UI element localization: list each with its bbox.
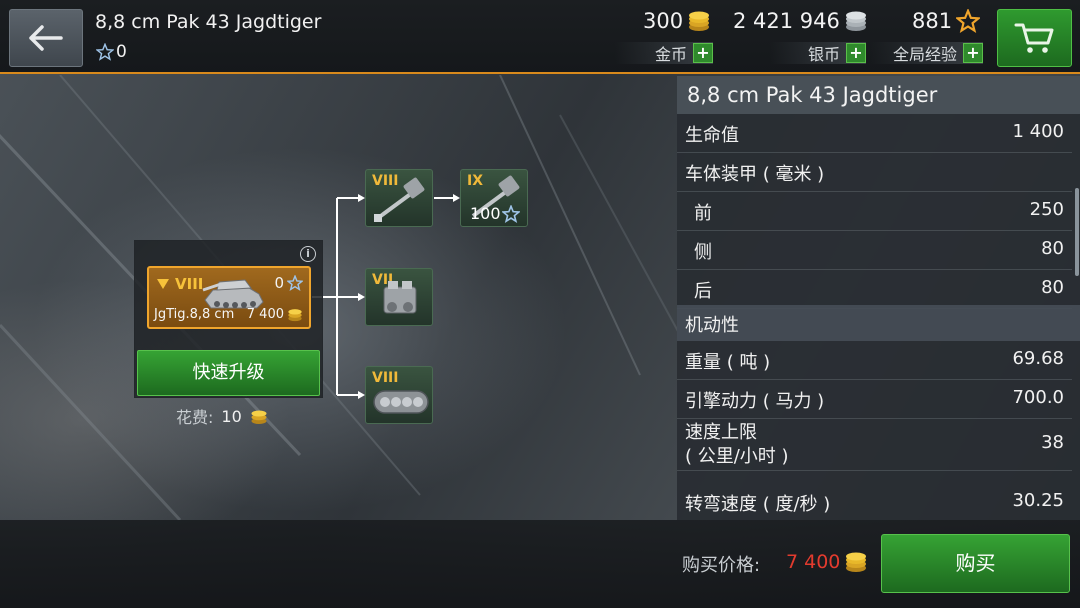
upgrade-cost-label: 花费: — [176, 408, 214, 427]
stat-value: 80 — [1041, 277, 1064, 298]
tank-xp: 0 — [274, 274, 303, 292]
module-gun-tier-9[interactable]: IX 100 — [460, 169, 528, 227]
stat-label: 侧 — [694, 242, 712, 263]
stat-row-hitpoints: 生命值 1 400 — [677, 114, 1072, 153]
stat-row-armor-side: 侧 80 — [677, 231, 1072, 270]
stat-value: 700.0 — [1012, 387, 1064, 408]
stat-label-line1: 速度上限 — [685, 422, 757, 443]
star-icon — [501, 204, 520, 223]
stat-value: 69.68 — [1012, 348, 1064, 369]
module-tracks-tier-8[interactable]: VIII — [365, 366, 433, 424]
stat-row-hull-armor: 车体装甲 ( 毫米 ) — [677, 153, 1072, 192]
tank-short-name: JgTig.8,8 cm — [154, 307, 235, 322]
stat-row-engine-power: 引擎动力 ( 马力 ) 700.0 — [677, 380, 1072, 419]
purchase-price-label: 购买价格: — [682, 555, 761, 576]
stat-row-top-speed: 速度上限 ( 公里/小时 ) 38 — [677, 419, 1072, 471]
purchase-price: 7 400 — [786, 551, 868, 573]
tank-xp-value: 0 — [274, 274, 284, 292]
module-xp: 100 — [470, 204, 520, 223]
tank-price-value: 7 400 — [246, 307, 284, 322]
stat-row-armor-front: 前 250 — [677, 192, 1072, 231]
stat-value: 80 — [1041, 238, 1064, 259]
stat-value: 1 400 — [1012, 121, 1064, 142]
gold-coins-icon — [846, 552, 867, 572]
stat-row-weight: 重量 ( 吨 ) 69.68 — [677, 341, 1072, 380]
stat-row-traverse-speed: 转弯速度 ( 度/秒 ) 30.25 — [677, 483, 1072, 522]
tank-tier: VIII — [157, 275, 203, 293]
info-icon[interactable]: i — [300, 246, 316, 262]
module-engine-tier-7[interactable]: VII — [365, 268, 433, 326]
stats-panel: 8,8 cm Pak 43 Jagdtiger 生命值 1 400 车体装甲 (… — [677, 76, 1080, 520]
stat-row-armor-rear: 后 80 — [677, 270, 1072, 309]
engine-icon — [383, 281, 417, 314]
stat-label: 转弯速度 ( 度/秒 ) — [685, 494, 831, 515]
stat-label: 车体装甲 ( 毫米 ) — [685, 164, 825, 185]
stat-value: 250 — [1029, 199, 1064, 220]
stat-label: 后 — [694, 281, 712, 302]
upgrade-cost-value: 10 — [221, 406, 242, 426]
tank-card[interactable]: VIII 0 JgTig.8,8 cm 7 400 — [147, 266, 311, 329]
stat-label: 速度上限 ( 公里/小时 ) — [685, 421, 789, 469]
quick-upgrade-button[interactable]: 快速升级 — [137, 350, 320, 396]
stat-label: 重量 ( 吨 ) — [685, 352, 771, 373]
stat-section-mobility: 机动性 — [677, 305, 1080, 341]
purchase-price-value: 7 400 — [786, 551, 841, 573]
chevron-down-icon — [157, 279, 169, 289]
tank-tier-label: VIII — [175, 275, 204, 293]
gun-icon — [374, 177, 425, 222]
module-gun-tier-8[interactable]: VIII — [365, 169, 433, 227]
stat-label: 生命值 — [685, 125, 739, 146]
tank-destroyer-icon — [202, 279, 264, 309]
stat-label: 引擎动力 ( 马力 ) — [685, 391, 825, 412]
stat-label: 前 — [694, 203, 712, 224]
stat-label-line2: ( 公里/小时 ) — [685, 446, 789, 467]
stats-title: 8,8 cm Pak 43 Jagdtiger — [677, 76, 1080, 114]
tank-price: 7 400 — [247, 307, 303, 322]
star-icon — [287, 275, 303, 291]
gold-coins-icon — [251, 410, 267, 424]
stat-value: 30.25 — [1012, 490, 1064, 511]
module-xp-value: 100 — [470, 204, 501, 223]
stats-scrollbar[interactable] — [1075, 188, 1079, 276]
stat-value: 38 — [1041, 432, 1064, 453]
section-label: 机动性 — [685, 315, 739, 336]
gold-coins-icon — [288, 309, 302, 322]
tracks-icon — [373, 390, 429, 414]
upgrade-cost: 花费: 10 — [176, 404, 268, 428]
buy-button[interactable]: 购买 — [881, 534, 1070, 593]
